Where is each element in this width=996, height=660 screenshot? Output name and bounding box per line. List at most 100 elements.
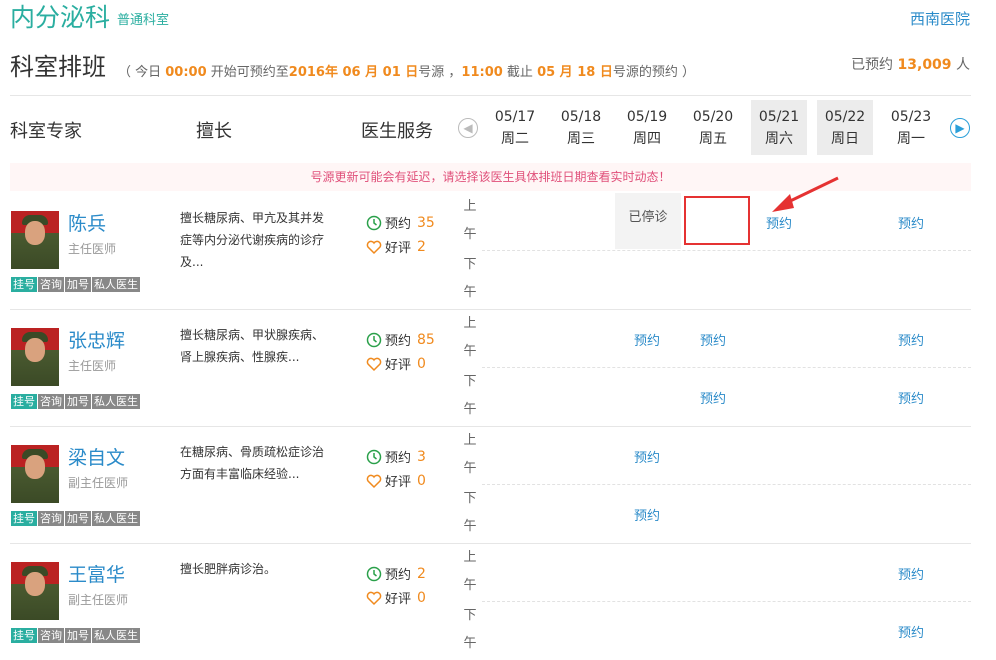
review-num: 2 xyxy=(417,238,426,255)
doctor-name[interactable]: 梁自文 xyxy=(68,443,125,470)
booking-label: 预约 xyxy=(385,451,412,466)
service-tags: 挂号 咨询 加号 私人医生 xyxy=(11,507,141,526)
pm-label: 下午 xyxy=(460,485,480,541)
avatar[interactable] xyxy=(11,445,59,503)
date-col: 05/20 周五 xyxy=(685,100,741,155)
tag-register[interactable]: 挂号 xyxy=(11,628,37,643)
tag-add[interactable]: 加号 xyxy=(65,511,91,526)
clock-icon xyxy=(366,332,382,347)
booking-num: 85 xyxy=(417,331,435,348)
note-text: （ 今日 xyxy=(118,65,166,80)
weekday-label: 周四 xyxy=(633,131,661,147)
weekday-label: 周三 xyxy=(567,131,595,147)
row-divider xyxy=(10,309,971,310)
tag-register[interactable]: 挂号 xyxy=(11,394,37,409)
col-specialty: 擅长 xyxy=(196,121,232,142)
date-col-weekend: 05/22 周日 xyxy=(817,100,873,155)
slot-divider xyxy=(482,250,971,251)
weekday-label: 周二 xyxy=(501,131,529,147)
tag-add[interactable]: 加号 xyxy=(65,628,91,643)
book-button[interactable]: 预约 xyxy=(883,622,939,641)
doctor-title: 主任医师 xyxy=(68,359,117,373)
date-label: 05/19 xyxy=(626,109,668,125)
doctor-specialty: 擅长糖尿病、甲亢及其并发症等内分泌代谢疾病的诊疗及... xyxy=(180,211,325,269)
date-col: 05/17 周二 xyxy=(487,100,543,155)
tag-add[interactable]: 加号 xyxy=(65,394,91,409)
pm-label: 下午 xyxy=(460,368,480,424)
review-label: 好评 xyxy=(385,358,412,373)
doctor-title: 主任医师 xyxy=(68,242,117,256)
avatar[interactable] xyxy=(11,562,59,620)
close-time: 11:00 xyxy=(461,65,503,80)
tag-consult[interactable]: 咨询 xyxy=(38,628,64,643)
tag-register[interactable]: 挂号 xyxy=(11,511,37,526)
review-count: 好评 0 xyxy=(366,471,426,490)
book-button[interactable]: 预约 xyxy=(883,330,939,349)
chevron-left-circle-icon[interactable]: ◀ xyxy=(458,118,478,138)
am-label: 上午 xyxy=(460,427,480,483)
am-label-char: 上 xyxy=(463,550,477,565)
review-num: 0 xyxy=(417,472,426,489)
clock-icon xyxy=(366,449,382,464)
tag-private-doctor[interactable]: 私人医生 xyxy=(92,277,140,292)
annotation-highlight-box xyxy=(684,196,750,245)
pm-label-char: 午 xyxy=(463,519,477,534)
booked-count: 13,009 xyxy=(897,57,952,73)
review-label: 好评 xyxy=(385,475,412,490)
stopped-slot: 已停诊 xyxy=(615,193,681,249)
booking-label: 预约 xyxy=(385,568,412,583)
note-text: 截止 xyxy=(502,65,538,80)
schedule-title: 科室排班 xyxy=(10,53,106,81)
doctor-specialty: 擅长糖尿病、甲状腺疾病、肾上腺疾病、性腺疾... xyxy=(180,328,325,364)
tag-add[interactable]: 加号 xyxy=(65,277,91,292)
book-button[interactable]: 预约 xyxy=(685,388,741,407)
pm-label-char: 午 xyxy=(463,402,477,417)
tag-register[interactable]: 挂号 xyxy=(11,277,37,292)
book-button[interactable]: 预约 xyxy=(883,564,939,583)
tag-private-doctor[interactable]: 私人医生 xyxy=(92,511,140,526)
pm-label-char: 下 xyxy=(463,608,477,623)
tag-consult[interactable]: 咨询 xyxy=(38,277,64,292)
pm-label-char: 午 xyxy=(463,636,477,651)
tag-consult[interactable]: 咨询 xyxy=(38,511,64,526)
book-button[interactable]: 预约 xyxy=(619,447,675,466)
slot-divider xyxy=(482,601,971,602)
dept-type-badge: 普通科室 xyxy=(117,13,170,28)
note-text: 开始可预约至 xyxy=(206,65,289,80)
book-button[interactable]: 预约 xyxy=(619,505,675,524)
bookable-until-date: 2016年 06 月 01 日 xyxy=(288,65,419,80)
doctor-name[interactable]: 张忠辉 xyxy=(68,326,125,353)
tag-consult[interactable]: 咨询 xyxy=(38,394,64,409)
review-count: 好评 2 xyxy=(366,237,426,256)
service-tags: 挂号 咨询 加号 私人医生 xyxy=(11,624,141,643)
am-label-char: 午 xyxy=(463,461,477,476)
close-date: 05 月 18 日 xyxy=(537,65,613,80)
date-label: 05/20 xyxy=(692,109,734,125)
doctor-name[interactable]: 王富华 xyxy=(68,560,125,587)
doctor-photo xyxy=(25,338,45,362)
book-button[interactable]: 预约 xyxy=(883,388,939,407)
note-text: 号源的预约 ） xyxy=(612,65,695,80)
review-count: 好评 0 xyxy=(366,588,426,607)
tag-private-doctor[interactable]: 私人医生 xyxy=(92,394,140,409)
hospital-link[interactable]: 西南医院 xyxy=(910,8,970,29)
booked-unit: 人 xyxy=(951,57,970,73)
chevron-right-circle-icon[interactable]: ▶ xyxy=(950,118,970,138)
date-col: 05/18 周三 xyxy=(553,100,609,155)
book-button[interactable]: 预约 xyxy=(685,330,741,349)
tag-private-doctor[interactable]: 私人医生 xyxy=(92,628,140,643)
slot-divider xyxy=(482,367,971,368)
doctor-photo xyxy=(25,221,45,245)
heart-icon xyxy=(366,474,382,488)
review-label: 好评 xyxy=(385,592,412,607)
doctor-name[interactable]: 陈兵 xyxy=(68,209,106,236)
booking-count: 预约 2 xyxy=(366,564,426,583)
heart-icon xyxy=(366,357,382,371)
booking-count: 预约 35 xyxy=(366,213,435,232)
avatar[interactable] xyxy=(11,328,59,386)
book-button[interactable]: 预约 xyxy=(883,213,939,232)
col-experts: 科室专家 xyxy=(10,121,82,142)
book-button[interactable]: 预约 xyxy=(619,330,675,349)
avatar[interactable] xyxy=(11,211,59,269)
clock-icon xyxy=(366,566,382,581)
